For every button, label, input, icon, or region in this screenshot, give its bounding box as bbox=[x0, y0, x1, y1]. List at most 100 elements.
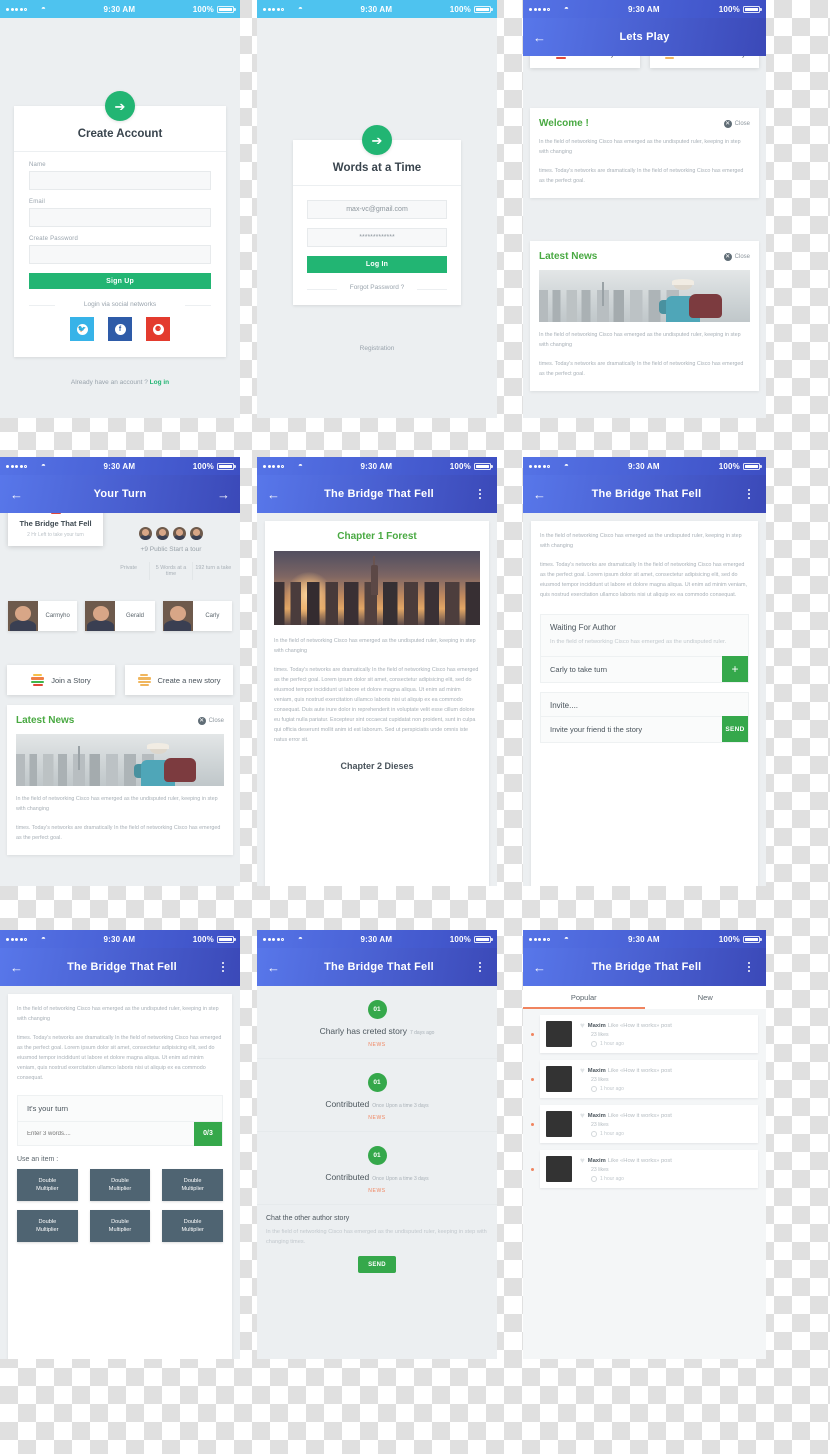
sign-up-button[interactable]: Sign Up bbox=[29, 273, 211, 289]
overflow-menu-icon[interactable] bbox=[742, 961, 756, 973]
friend-item[interactable]: Gerald bbox=[85, 601, 155, 631]
welcome-heading: Welcome ! bbox=[539, 118, 589, 129]
signal-dots-icon bbox=[6, 937, 27, 941]
join-a-story-button[interactable]: Join a Story bbox=[530, 56, 640, 68]
list-item[interactable]: ♥ Maxim Like «How it works» post 23 likes … bbox=[531, 1105, 758, 1143]
story-card[interactable]: The Bridge That Fell 2 Hr Left to take y… bbox=[8, 513, 103, 546]
overflow-menu-icon[interactable] bbox=[473, 488, 487, 500]
signal-dots-icon bbox=[6, 7, 27, 11]
battery-percent: 100% bbox=[718, 461, 740, 471]
forgot-password-link[interactable]: Forgot Password ? bbox=[307, 284, 447, 301]
friend-item[interactable]: Carly bbox=[162, 601, 232, 631]
item-double-multiplier[interactable]: Double Multiplier bbox=[17, 1210, 78, 1242]
word-counter: 0/3 bbox=[194, 1121, 222, 1146]
join-a-story-button[interactable]: Join a Story bbox=[7, 665, 115, 695]
name-input[interactable] bbox=[29, 171, 211, 190]
story-subtitle: 2 Hr Left to take your turn bbox=[27, 531, 84, 538]
thumbnail bbox=[546, 1021, 572, 1047]
back-arrow-icon[interactable]: ← bbox=[533, 488, 551, 501]
list-item[interactable]: ♥ Maxim Like «How it works» post 23 likes … bbox=[531, 1060, 758, 1098]
send-invite-button[interactable]: SEND bbox=[722, 716, 748, 743]
item-double-multiplier[interactable]: Double Multiplier bbox=[89, 1210, 151, 1242]
user-name: Maxim bbox=[587, 1022, 606, 1029]
email-input[interactable]: max-vc@gmail.com bbox=[307, 200, 447, 219]
facebook-icon: f bbox=[114, 323, 126, 335]
status-time: 9:30 AM bbox=[103, 4, 136, 14]
activity-row[interactable]: 01 Contributed Once Upon a time 3 days NE… bbox=[257, 1132, 497, 1205]
battery-icon bbox=[474, 935, 493, 943]
item-line-1: Double bbox=[111, 1177, 129, 1184]
activity-text: Contributed bbox=[325, 1172, 370, 1182]
forward-arrow-icon[interactable]: → bbox=[212, 488, 230, 501]
item-line-1: Double bbox=[183, 1218, 202, 1225]
email-input[interactable] bbox=[29, 208, 211, 227]
pinterest-login-button[interactable]: ⚈ bbox=[146, 317, 170, 341]
item-double-multiplier[interactable]: Double Multiplier bbox=[162, 1169, 223, 1201]
close-welcome-button[interactable]: ✕ Close bbox=[723, 119, 750, 128]
tab-new[interactable]: New bbox=[645, 986, 767, 1009]
overflow-menu-icon[interactable] bbox=[473, 961, 487, 973]
back-arrow-icon[interactable]: ← bbox=[10, 488, 28, 501]
close-news-button[interactable]: ✕ Close bbox=[197, 716, 224, 725]
add-turn-button[interactable]: + bbox=[722, 656, 748, 683]
overflow-menu-icon[interactable] bbox=[742, 488, 756, 500]
user-name: Maxim bbox=[587, 1112, 606, 1119]
tab-popular[interactable]: Popular bbox=[523, 986, 645, 1009]
item-double-multiplier[interactable]: Double Multiplier bbox=[162, 1210, 223, 1242]
facebook-login-button[interactable]: f bbox=[108, 317, 132, 341]
log-in-button[interactable]: Log In bbox=[307, 256, 447, 273]
back-arrow-icon[interactable]: ← bbox=[10, 961, 28, 974]
password-input[interactable]: ************* bbox=[307, 228, 447, 247]
list-item[interactable]: ♥ Maxim Like «How it works» post 23 likes … bbox=[531, 1150, 758, 1188]
tabs-row: Popular New bbox=[523, 986, 766, 1009]
twitter-login-button[interactable]: 🐦 bbox=[70, 317, 94, 341]
activity-row[interactable]: 01 Contributed Once Upon a time 3 days NE… bbox=[257, 1059, 497, 1132]
activity-tag: NEWS bbox=[368, 1188, 386, 1194]
timestamp: 1 hour ago bbox=[600, 1176, 624, 1182]
item-double-multiplier[interactable]: Double Multiplier bbox=[89, 1169, 151, 1201]
likes-count: 23 likes bbox=[591, 1077, 609, 1083]
chat-send-button[interactable]: SEND bbox=[358, 1256, 396, 1274]
item-grid: Double Multiplier Double Multiplier Double… bbox=[17, 1169, 223, 1242]
welcome-card: Welcome ! ✕ Close In the field of network… bbox=[530, 108, 759, 198]
chapter-paragraph-2: times. Today's networks are dramatically… bbox=[274, 667, 479, 743]
item-line-2: Multiplier bbox=[36, 1227, 59, 1233]
signal-dots-icon bbox=[529, 464, 550, 468]
status-bar: ◓ 9:30 AM 100% bbox=[0, 457, 240, 475]
activity-text: Contributed bbox=[325, 1099, 370, 1109]
chapter-paragraph-1: In the field of networking Cisco has eme… bbox=[274, 638, 476, 654]
nav-bar: ← Lets Play bbox=[523, 18, 766, 56]
signal-dots-icon bbox=[529, 937, 550, 941]
close-icon: ✕ bbox=[723, 252, 732, 261]
create-new-story-button[interactable]: Create a new story bbox=[649, 56, 759, 68]
item-double-multiplier[interactable]: Double Multiplier bbox=[17, 1169, 78, 1201]
overflow-menu-icon[interactable] bbox=[216, 961, 230, 973]
back-arrow-icon[interactable]: ← bbox=[267, 961, 285, 974]
activity-row[interactable]: 01 Charly has creted story 7 days ago NEW… bbox=[257, 986, 497, 1059]
battery-icon bbox=[474, 5, 493, 13]
back-arrow-icon[interactable]: ← bbox=[267, 488, 285, 501]
back-arrow-icon[interactable]: ← bbox=[533, 31, 551, 44]
close-icon: ✕ bbox=[197, 716, 206, 725]
status-bar: ◓ 9:30 AM 100% bbox=[257, 457, 497, 475]
create-new-story-button[interactable]: Create a new story bbox=[125, 665, 233, 695]
password-label: Create Password bbox=[29, 236, 79, 242]
battery-percent: 100% bbox=[192, 934, 214, 944]
friend-item[interactable]: Carmyho bbox=[8, 601, 78, 631]
back-arrow-icon[interactable]: ← bbox=[533, 961, 551, 974]
news-paragraph-2: times. Today's networks are dramatically… bbox=[16, 825, 221, 841]
tag-words: 5 Words at a time bbox=[149, 562, 191, 580]
list-item[interactable]: ♥ Maxim Like «How it works» post 23 likes … bbox=[531, 1015, 758, 1053]
close-news-button[interactable]: ✕ Close bbox=[723, 252, 750, 261]
words-input[interactable] bbox=[18, 1130, 194, 1137]
status-bar: ◓ 9:30 AM 100% bbox=[523, 930, 766, 948]
battery-icon bbox=[217, 935, 236, 943]
activity-tag: NEWS bbox=[368, 1042, 386, 1048]
registration-link[interactable]: Registration bbox=[257, 345, 497, 352]
unread-dot-icon bbox=[531, 1167, 534, 1171]
create-new-story-label: Create a new story bbox=[683, 56, 746, 58]
take-turn-label: Carly to take turn bbox=[550, 664, 608, 674]
page-title: The Bridge That Fell bbox=[324, 961, 434, 973]
password-input[interactable] bbox=[29, 245, 211, 264]
log-in-link[interactable]: Log in bbox=[150, 379, 170, 386]
